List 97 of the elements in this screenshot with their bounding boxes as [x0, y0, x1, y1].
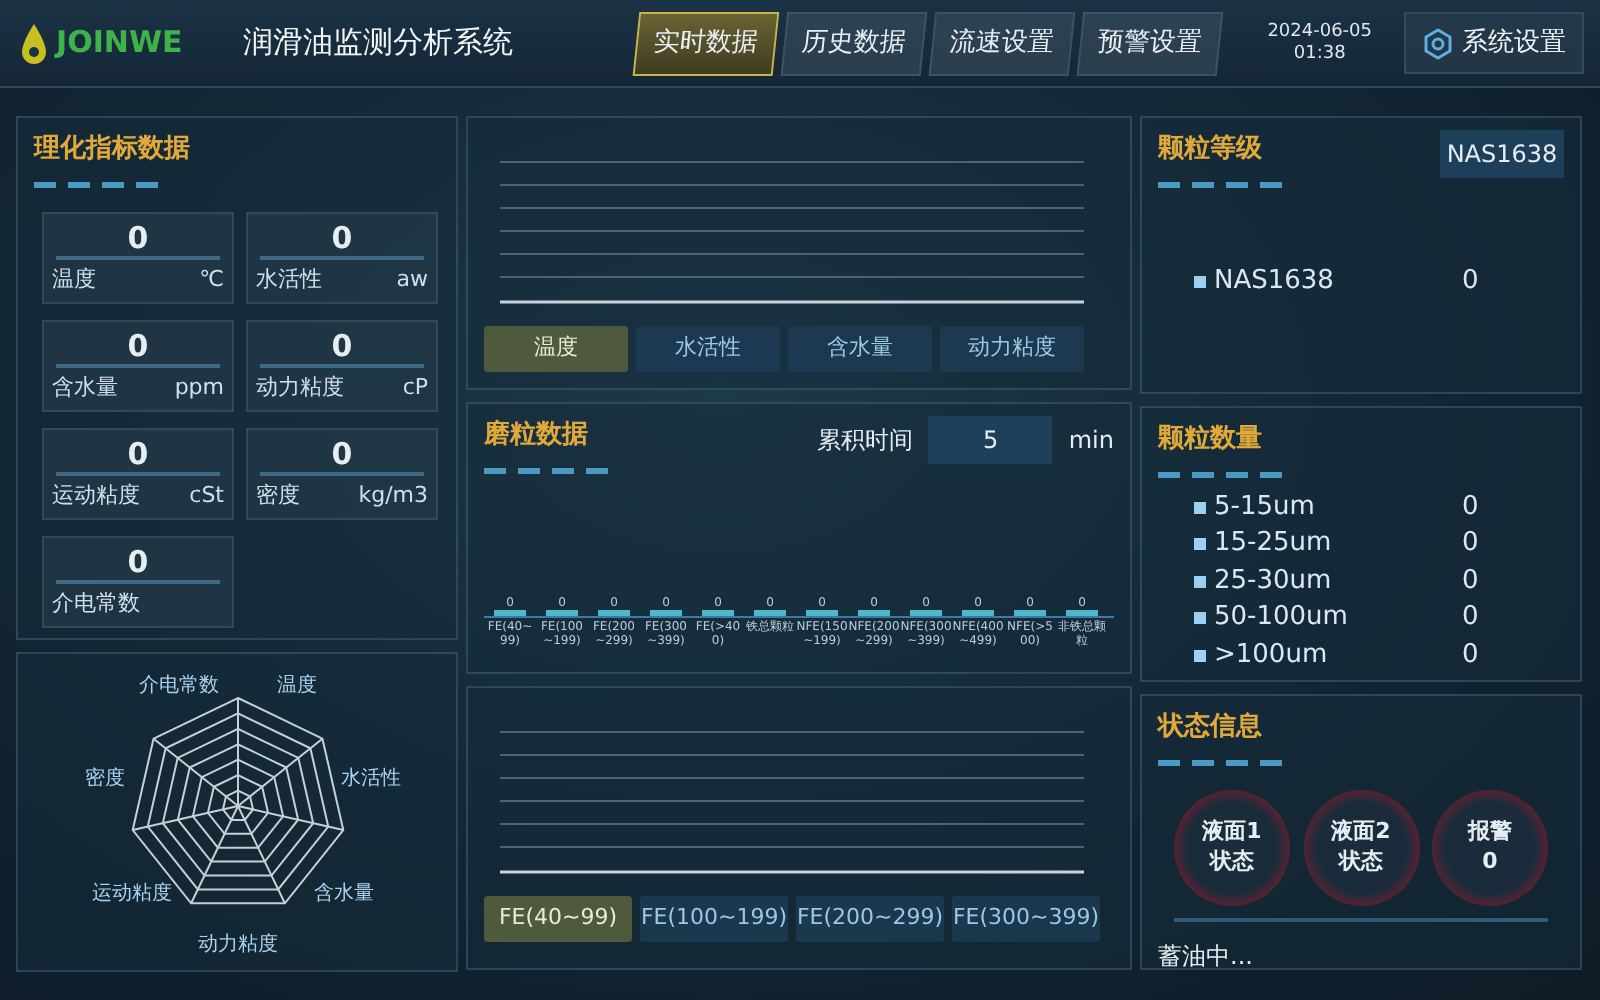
time-field[interactable]: 5: [928, 416, 1053, 464]
metric-value: 0: [56, 219, 220, 259]
drop-logo-icon: [20, 19, 48, 67]
status-text: 液面1: [1202, 818, 1262, 847]
metric-unit: ppm: [174, 371, 224, 401]
axis-label: 介电常数: [138, 675, 218, 698]
row-value: 0: [1462, 563, 1479, 599]
metric-unit: ℃: [199, 263, 224, 293]
panel-title: 颗粒等级: [1158, 132, 1264, 168]
axis-label: 水活性: [339, 767, 400, 790]
dash-decoration: [34, 181, 158, 187]
status-text: 液面2: [1331, 818, 1391, 847]
metric-value: 0: [56, 543, 220, 583]
row-label: >100um: [1214, 637, 1328, 673]
nav-tab[interactable]: 预警设置: [1076, 11, 1223, 75]
chart-tab[interactable]: 含水量: [788, 326, 932, 371]
metric-label: 含水量: [52, 371, 120, 401]
bullet-icon: [1194, 538, 1206, 551]
metric-unit: cP: [402, 371, 428, 401]
chart-tab[interactable]: 水活性: [636, 326, 780, 371]
status-text: 状态: [1210, 847, 1254, 876]
nav-tab[interactable]: 流速设置: [928, 11, 1075, 75]
unit-text: min: [1068, 424, 1114, 458]
settings-icon: [1422, 27, 1454, 59]
chart-tab[interactable]: FE(40~99): [484, 896, 632, 941]
app-title: 润滑油监测分析系统: [242, 22, 513, 65]
dash-decoration: [1158, 471, 1282, 477]
chart-tab[interactable]: 动力粘度: [940, 326, 1084, 371]
status-text: 报警: [1468, 818, 1512, 847]
metric-value: 0: [260, 435, 424, 475]
panel-title: 状态信息: [1158, 710, 1264, 746]
axis-label: 温度: [276, 675, 316, 698]
chart-tab[interactable]: FE(200~299): [796, 896, 944, 941]
status-text: 0: [1482, 847, 1498, 876]
bar: [858, 610, 890, 617]
bar: [962, 610, 994, 617]
bar: [754, 610, 786, 617]
bar: [702, 610, 734, 617]
chart-tab[interactable]: FE(100~199): [640, 896, 788, 941]
bar: [494, 610, 526, 617]
metric-label: 水活性: [256, 263, 324, 293]
row-value: 0: [1462, 600, 1479, 636]
nav-tab[interactable]: 历史数据: [780, 11, 927, 75]
bullet-icon: [1194, 275, 1206, 288]
panel-title: 颗粒数量: [1158, 422, 1264, 458]
row-label: 25-30um: [1214, 563, 1332, 599]
row-label: 15-25um: [1214, 526, 1332, 562]
time-text: 01:38: [1291, 43, 1348, 65]
axis-label: 含水量: [313, 882, 374, 905]
metric-label: 动力粘度: [256, 371, 346, 401]
dash-decoration: [1158, 759, 1282, 765]
panel-title: 磨粒数据: [484, 417, 590, 454]
time-label: 累积时间: [816, 424, 913, 458]
bar: [1066, 610, 1098, 617]
metric-value: 0: [260, 219, 424, 259]
row-label: 5-15um: [1214, 489, 1315, 525]
bar: [598, 610, 630, 617]
metric-unit: aw: [396, 263, 428, 293]
bullet-icon: [1194, 612, 1206, 625]
row-label: 50-100um: [1214, 600, 1348, 636]
row-label: NAS1638: [1214, 263, 1334, 299]
metric-value: 0: [260, 327, 424, 367]
date-text: 2024-06-05: [1267, 21, 1372, 43]
status-text: 状态: [1339, 847, 1383, 876]
logo-text: JOINWE: [56, 22, 183, 65]
row-value: 0: [1462, 637, 1479, 673]
metric-value: 0: [56, 327, 220, 367]
metric-label: 运动粘度: [52, 479, 142, 509]
metric-unit: kg/m3: [358, 479, 428, 509]
nav-tab[interactable]: 实时数据: [632, 11, 779, 75]
chart-tab[interactable]: FE(300~399): [952, 896, 1100, 941]
row-value: 0: [1462, 489, 1479, 525]
bullet-icon: [1194, 575, 1206, 588]
axis-label: 动力粘度: [197, 934, 277, 956]
bullet-icon: [1194, 501, 1206, 514]
status-message: 蓄油中...: [1158, 939, 1255, 973]
axis-label: 密度: [84, 767, 125, 790]
standard-field[interactable]: NAS1638: [1440, 130, 1564, 178]
metric-unit: cSt: [189, 479, 224, 509]
bar: [910, 610, 942, 617]
metric-label: 密度: [256, 479, 302, 509]
row-value: 0: [1462, 526, 1479, 562]
bullet-icon: [1194, 649, 1206, 662]
bar: [546, 610, 578, 617]
dash-decoration: [484, 467, 608, 473]
bar: [650, 610, 682, 617]
dash-decoration: [1158, 181, 1282, 187]
chart-tab[interactable]: 温度: [484, 326, 628, 371]
axis-label: 运动粘度: [90, 882, 171, 905]
metric-label: 温度: [52, 263, 98, 293]
settings-button[interactable]: 系统设置: [1404, 11, 1584, 75]
bar: [806, 610, 838, 617]
metric-value: 0: [56, 435, 220, 475]
panel-title: 理化指标数据: [34, 132, 192, 168]
metric-label: 介电常数: [52, 587, 142, 617]
bar: [1014, 610, 1046, 617]
row-value: 0: [1462, 263, 1479, 299]
